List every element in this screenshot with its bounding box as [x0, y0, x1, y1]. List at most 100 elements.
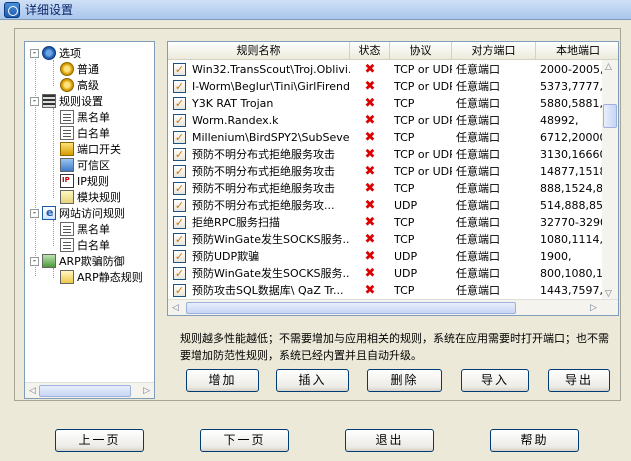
table-row[interactable]: ✓ 预防UDP欺骗 ✖ UDP 任意端口 1900, [168, 248, 604, 265]
cell-protocol: TCP [394, 233, 415, 246]
export-button[interactable]: 导出 [548, 369, 610, 392]
cell-remote: 任意端口 [456, 63, 500, 76]
rules-description: 规则越多性能越低；不需要增加与应用相关的规则，系统在应用需要时打开端口；也不需要… [180, 332, 609, 362]
tree-horizontal-scrollbar[interactable]: ◁ ▷ [25, 382, 154, 398]
rule-checkbox[interactable]: ✓ [173, 250, 186, 263]
cell-protocol: TCP [394, 284, 415, 297]
collapse-icon[interactable]: - [30, 96, 39, 106]
cell-local: 32770-32900 [540, 216, 604, 229]
status-off-icon: ✖ [364, 62, 376, 77]
rule-checkbox[interactable]: ✓ [173, 80, 186, 93]
tree-item-blacklist[interactable]: 黑名单 [60, 109, 110, 125]
scroll-left-icon[interactable]: ◁ [29, 386, 36, 396]
tree-item-ip-rules[interactable]: IP规则 [60, 173, 109, 189]
tree-item-whitelist[interactable]: 白名单 [60, 125, 110, 141]
status-off-icon: ✖ [364, 249, 376, 264]
cell-name: 预防不明分布式拒绝服务攻击 [192, 182, 335, 195]
import-button[interactable]: 导入 [461, 369, 529, 392]
cell-local: 5373,7777,2 [540, 80, 604, 93]
tree-item-port-switch[interactable]: 端口开关 [60, 141, 121, 157]
table-row[interactable]: ✓ Win32.TransScout\Troj.Oblivi... ✖ TCP or … [168, 61, 604, 78]
scroll-thumb[interactable] [39, 385, 131, 397]
table-row[interactable]: ✓ 预防WinGate发生SOCKS服务... ✖ UDP 任意端口 800,1080,1… [168, 265, 604, 282]
cell-local: 2000-2005, [540, 63, 604, 76]
scroll-left-icon[interactable]: ◁ [172, 303, 179, 313]
cell-local: 1080,1114,2 [540, 233, 604, 246]
cell-protocol: TCP [394, 216, 415, 229]
scroll-right-icon[interactable]: ▷ [590, 303, 597, 313]
delete-button[interactable]: 删除 [367, 369, 442, 392]
insert-button[interactable]: 插入 [276, 369, 349, 392]
tree-item-web-blacklist[interactable]: 黑名单 [60, 221, 110, 237]
table-row[interactable]: ✓ 预防攻击SQL数据库\ QaZ Tr... ✖ TCP 任意端口 1443,7597, [168, 282, 604, 299]
cell-name: 预防WinGate发生SOCKS服务... [192, 267, 350, 280]
rule-checkbox[interactable]: ✓ [173, 284, 186, 297]
cell-local: 1443,7597, [540, 284, 603, 297]
table-vertical-scrollbar[interactable]: △ ▽ [602, 60, 618, 301]
scroll-thumb[interactable] [186, 302, 516, 314]
gear-icon [60, 78, 74, 92]
rule-checkbox[interactable]: ✓ [173, 165, 186, 178]
tree-item-trusted-zone[interactable]: 可信区 [60, 157, 110, 173]
rule-checkbox[interactable]: ✓ [173, 97, 186, 110]
next-page-button[interactable]: 下一页 [200, 429, 289, 452]
tree-item-general[interactable]: 普通 [60, 61, 99, 77]
column-header-protocol[interactable]: 协议 [390, 42, 452, 60]
exit-button[interactable]: 退出 [345, 429, 434, 452]
cell-local: 14877,15189 [540, 165, 604, 178]
scroll-thumb[interactable] [603, 104, 617, 128]
table-row[interactable]: ✓ 预防不明分布式拒绝服务攻... ✖ UDP 任意端口 514,888,853 [168, 197, 604, 214]
rule-checkbox[interactable]: ✓ [173, 63, 186, 76]
rule-checkbox[interactable]: ✓ [173, 114, 186, 127]
collapse-icon[interactable]: - [30, 48, 39, 58]
column-header-name[interactable]: 规则名称 [168, 42, 350, 60]
collapse-icon[interactable]: - [30, 208, 39, 218]
column-header-local-port[interactable]: 本地端口 [536, 42, 618, 60]
tree-item-advanced[interactable]: 高级 [60, 77, 99, 93]
rule-checkbox[interactable]: ✓ [173, 267, 186, 280]
rule-checkbox[interactable]: ✓ [173, 233, 186, 246]
status-off-icon: ✖ [364, 164, 376, 179]
cell-remote: 任意端口 [456, 148, 500, 161]
column-header-status[interactable]: 状态 [350, 42, 390, 60]
add-button[interactable]: 增加 [186, 369, 259, 392]
table-row[interactable]: ✓ I-Worm\Beglur\Tini\GirlFirend\... ✖ TCP o… [168, 78, 604, 95]
help-button[interactable]: 帮助 [490, 429, 579, 452]
document-icon [60, 238, 74, 252]
cell-protocol: TCP or UDP [394, 148, 452, 161]
cell-name: 预防不明分布式拒绝服务攻击 [192, 148, 335, 161]
rule-checkbox[interactable]: ✓ [173, 148, 186, 161]
table-row[interactable]: ✓ 预防WinGate发生SOCKS服务... ✖ TCP 任意端口 1080,1114,… [168, 231, 604, 248]
table-row[interactable]: ✓ Worm.Randex.k ✖ TCP or UDP 任意端口 48992, [168, 112, 604, 129]
cell-local: 5880,5881,5 [540, 97, 604, 110]
rule-checkbox[interactable]: ✓ [173, 131, 186, 144]
table-row[interactable]: ✓ Y3K RAT Trojan ✖ TCP 任意端口 5880,5881,5 [168, 95, 604, 112]
tree-item-arp-static-rules[interactable]: ARP静态规则 [60, 269, 143, 285]
rule-checkbox[interactable]: ✓ [173, 199, 186, 212]
table-horizontal-scrollbar[interactable]: ◁ ▷ [168, 299, 618, 315]
tree-item-arp-defense[interactable]: - ARP欺骗防御 [30, 253, 125, 269]
cell-remote: 任意端口 [456, 131, 500, 144]
table-row[interactable]: ✓ 拒绝RPC服务扫描 ✖ TCP 任意端口 32770-32900 [168, 214, 604, 231]
rule-checkbox[interactable]: ✓ [173, 182, 186, 195]
prev-page-button[interactable]: 上一页 [55, 429, 144, 452]
collapse-icon[interactable]: - [30, 256, 39, 266]
tree-item-options[interactable]: - 选项 [30, 45, 81, 61]
cell-local: 48992, [540, 114, 579, 127]
cell-protocol: TCP or UDP [394, 63, 452, 76]
scroll-up-icon[interactable]: △ [605, 62, 612, 72]
module-icon [60, 190, 74, 204]
column-header-remote-port[interactable]: 对方端口 [452, 42, 536, 60]
rule-checkbox[interactable]: ✓ [173, 216, 186, 229]
table-row[interactable]: ✓ 预防不明分布式拒绝服务攻击 ✖ TCP or UDP 任意端口 3130,16660, [168, 146, 604, 163]
table-row[interactable]: ✓ 预防不明分布式拒绝服务攻击 ✖ TCP or UDP 任意端口 14877,15189 [168, 163, 604, 180]
tree-item-web-whitelist[interactable]: 白名单 [60, 237, 110, 253]
ip-icon [60, 174, 74, 188]
tree-item-module-rules[interactable]: 模块规则 [60, 189, 121, 205]
table-row[interactable]: ✓ 预防不明分布式拒绝服务攻击 ✖ TCP 任意端口 888,1524,85 [168, 180, 604, 197]
tree-item-web-access-rules[interactable]: - 网站访问规则 [30, 205, 125, 221]
table-row[interactable]: ✓ Millenium\BirdSPY2\SubSeven ✖ TCP 任意端口 6712… [168, 129, 604, 146]
tree-item-rule-settings[interactable]: - 规则设置 [30, 93, 103, 109]
scroll-right-icon[interactable]: ▷ [143, 386, 150, 396]
scroll-down-icon[interactable]: ▽ [605, 289, 612, 299]
